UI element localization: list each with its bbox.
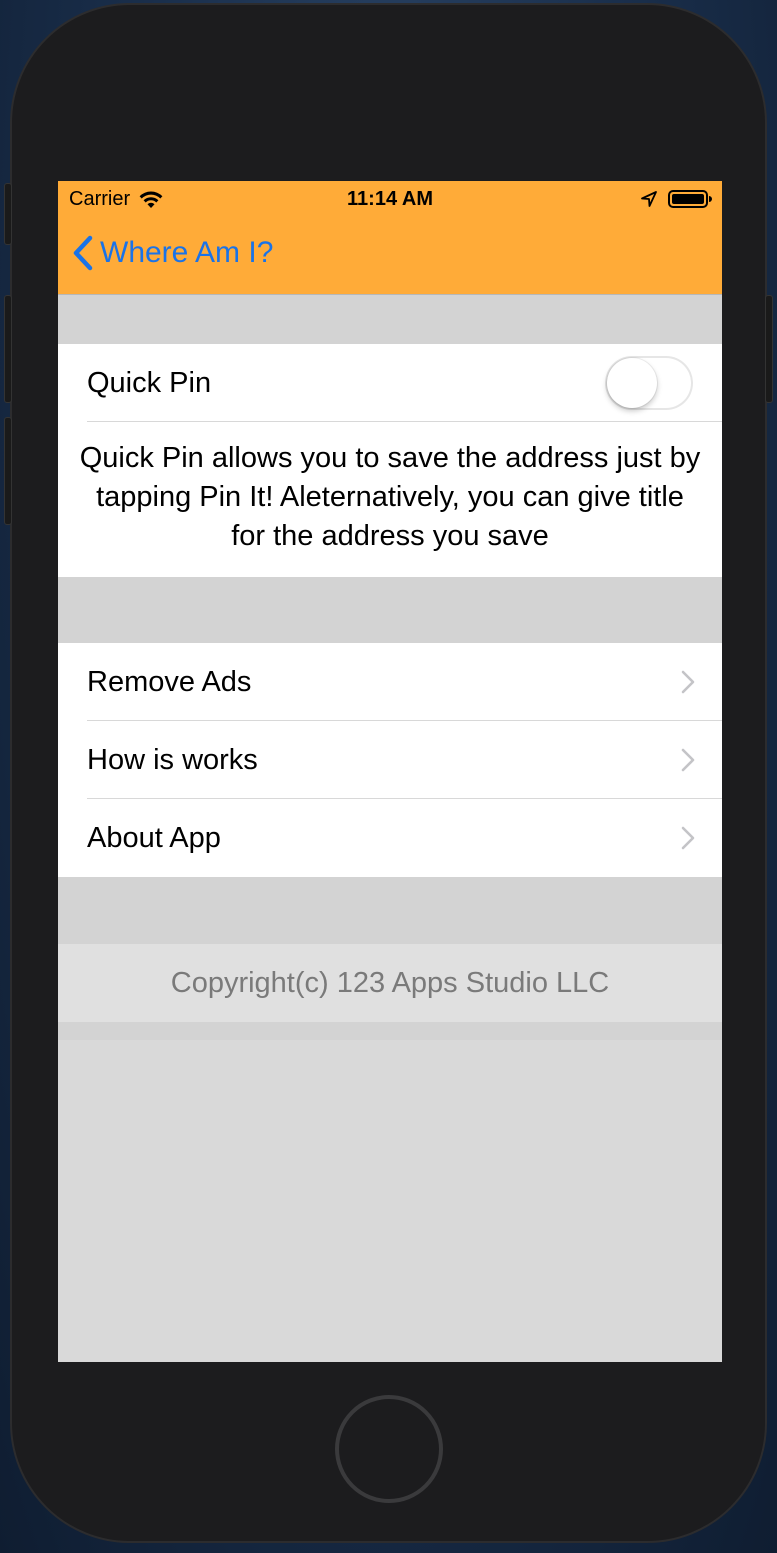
quick-pin-toggle[interactable]: [605, 356, 693, 410]
power-button: [765, 295, 773, 403]
chevron-right-icon: [681, 670, 695, 694]
section-spacer: [58, 1022, 722, 1040]
menu-section: Remove Ads How is works About App: [58, 643, 722, 877]
status-bar: Carrier 11:14 AM: [58, 181, 722, 219]
quick-pin-label: Quick Pin: [87, 367, 212, 399]
section-spacer: [58, 877, 722, 944]
chevron-left-icon: [72, 235, 94, 271]
volume-down-button: [4, 417, 12, 525]
mute-switch: [4, 183, 12, 245]
volume-up-button: [4, 295, 12, 403]
back-button[interactable]: Where Am I?: [72, 233, 273, 273]
menu-item-how-it-works[interactable]: How is works: [58, 721, 722, 799]
menu-item-label: How is works: [87, 744, 258, 776]
home-button[interactable]: [335, 1395, 443, 1503]
back-button-label: Where Am I?: [100, 236, 274, 269]
chevron-right-icon: [681, 826, 695, 850]
quick-pin-section: Quick Pin Quick Pin allows you to save t…: [58, 344, 722, 577]
menu-item-about-app[interactable]: About App: [58, 799, 722, 877]
location-icon: [640, 190, 658, 208]
status-indicators: [640, 189, 712, 209]
row-divider: [87, 421, 722, 422]
navigation-header: Carrier 11:14 AM Where Am I?: [58, 181, 722, 295]
app-screen: Carrier 11:14 AM Where Am I? Quick Pin Q…: [58, 181, 722, 1362]
battery-icon: [668, 189, 712, 209]
section-spacer: [58, 577, 722, 643]
toggle-knob: [607, 358, 657, 408]
chevron-right-icon: [681, 748, 695, 772]
quick-pin-description: Quick Pin allows you to save the address…: [79, 442, 701, 552]
quick-pin-row: Quick Pin: [58, 344, 722, 422]
section-spacer: [58, 295, 722, 344]
menu-item-label: Remove Ads: [87, 666, 252, 698]
menu-item-label: About App: [87, 822, 221, 854]
copyright-footer: Copyright(c) 123 Apps Studio LLC: [58, 944, 722, 1022]
status-time: 11:14 AM: [347, 188, 433, 210]
menu-item-remove-ads[interactable]: Remove Ads: [58, 643, 722, 721]
